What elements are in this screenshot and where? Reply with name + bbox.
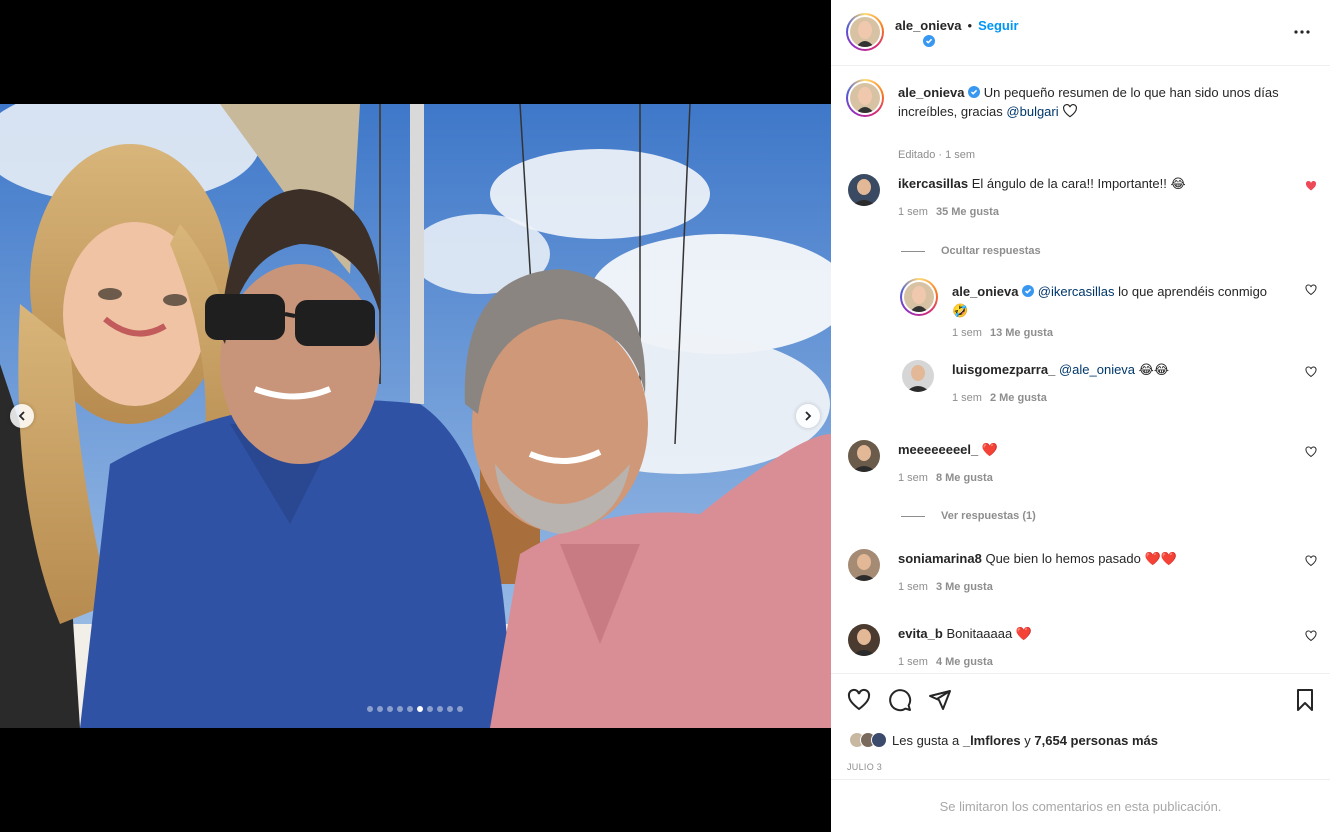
avatar[interactable] (900, 278, 938, 316)
carousel-dot (387, 706, 393, 712)
avatar[interactable] (848, 174, 880, 206)
caption-text: ale_onieva Un pequeño resumen de lo que … (898, 83, 1318, 121)
comment-username[interactable]: soniamarina8 (898, 551, 982, 566)
carousel-next-button[interactable] (796, 404, 820, 428)
comment-likes[interactable]: 3 Me gusta (936, 581, 993, 593)
post-photo (0, 104, 831, 728)
heart-icon[interactable] (1305, 366, 1317, 378)
comment-likes[interactable]: 8 Me gusta (936, 472, 993, 484)
comment-time: 1 sem (952, 327, 982, 339)
comment-username[interactable]: luisgomezparra_ (952, 362, 1055, 377)
comment-text: Bonitaaaaa (946, 626, 1013, 641)
verified-icon (923, 35, 935, 47)
post-media (0, 0, 831, 832)
caption-meta: Editado · 1 sem (898, 149, 976, 161)
carousel-dot (427, 706, 433, 712)
comment-time: 1 sem (898, 656, 928, 668)
post-date: JULIO 3 (847, 762, 883, 772)
post-header: ale_onieva • Seguir (831, 0, 1330, 66)
carousel-indicator (367, 706, 463, 712)
follow-button[interactable]: Seguir (978, 18, 1018, 33)
heart-icon[interactable] (847, 688, 871, 712)
comment-likes[interactable]: 2 Me gusta (990, 392, 1047, 404)
comment-time: 1 sem (952, 392, 982, 404)
comment-emoji: 🤣 (952, 303, 969, 318)
comments-list: ale_onieva Un pequeño resumen de lo que … (831, 67, 1330, 673)
avatar (871, 732, 887, 748)
author-avatar[interactable] (846, 13, 884, 51)
more-icon[interactable] (1292, 22, 1312, 42)
caption-username[interactable]: ale_onieva (898, 85, 965, 100)
header-separator: • (967, 18, 973, 33)
likes-prefix: Les gusta a (892, 732, 960, 748)
likes-summary: Les gusta a _lmflores y 7,654 personas m… (849, 732, 1158, 748)
carousel-prev-button[interactable] (10, 404, 34, 428)
likes-user[interactable]: _lmflores (963, 733, 1021, 748)
verified-icon (1022, 285, 1035, 297)
reply-toggle-label[interactable]: Ver respuestas (1) (941, 510, 1036, 522)
comment-likes[interactable]: 4 Me gusta (936, 656, 993, 668)
avatar[interactable] (848, 440, 880, 472)
avatar[interactable] (902, 360, 934, 392)
verified-icon (968, 86, 981, 98)
comment-username[interactable]: evita_b (898, 626, 943, 641)
heart-icon[interactable] (1305, 630, 1317, 642)
carousel-dot (367, 706, 373, 712)
carousel-dot (457, 706, 463, 712)
heart-icon[interactable] (1305, 555, 1317, 567)
carousel-dot (437, 706, 443, 712)
comment-username[interactable]: meeeeeeeel_ (898, 442, 978, 457)
author-username[interactable]: ale_onieva (895, 18, 962, 33)
comment-username[interactable]: ale_onieva (952, 284, 1019, 299)
comment-icon[interactable] (888, 688, 912, 712)
carousel-dot (447, 706, 453, 712)
caption-mention[interactable]: @bulgari (1006, 104, 1058, 119)
comment-text: Que bien lo hemos pasado (985, 551, 1141, 566)
comment-username[interactable]: ikercasillas (898, 176, 968, 191)
chevron-right-icon (805, 411, 812, 421)
comment-likes[interactable]: 13 Me gusta (990, 327, 1053, 339)
post-sidebar: ale_onieva • Seguir ale_onieva Un pequeñ… (831, 0, 1330, 832)
comment-emoji: ❤️ (1015, 626, 1033, 641)
carousel-dot (397, 706, 403, 712)
carousel-dot (417, 706, 423, 712)
comment-emoji: 😂 (1170, 176, 1186, 191)
comment-time: 1 sem (898, 206, 928, 218)
selfie-image (0, 104, 831, 728)
post-actions: Les gusta a _lmflores y 7,654 personas m… (831, 673, 1330, 778)
comment-emoji: ❤️❤️ (1144, 551, 1177, 566)
comment-mention[interactable]: @ale_onieva (1059, 362, 1135, 377)
caption-avatar[interactable] (846, 79, 884, 117)
carousel-dot (377, 706, 383, 712)
comment-likes[interactable]: 35 Me gusta (936, 206, 999, 218)
comment-meta: 1 sem 35 Me gusta (898, 206, 999, 218)
comment-text: lo que aprendéis conmigo (1118, 284, 1268, 299)
comment-mention[interactable]: @ikercasillas (1038, 284, 1115, 299)
carousel-dot (407, 706, 413, 712)
comment-time: 1 sem (898, 472, 928, 484)
comment-emoji: ❤️ (981, 442, 999, 457)
likes-middle: y (1024, 732, 1031, 748)
avatar[interactable] (848, 549, 880, 581)
comments-limited-notice: Se limitaron los comentarios en esta pub… (831, 779, 1330, 832)
bookmark-icon[interactable] (1293, 688, 1317, 712)
avatar[interactable] (848, 624, 880, 656)
comment-time: 1 sem (898, 581, 928, 593)
likes-count[interactable]: 7,654 personas más (1034, 733, 1158, 748)
heart-icon[interactable] (1305, 446, 1317, 458)
liked-heart-icon[interactable] (1305, 180, 1317, 192)
comment-meta: 1 sem 13 Me gusta (952, 327, 1053, 339)
heart-icon[interactable] (1305, 284, 1317, 296)
reply-toggle-label[interactable]: Ocultar respuestas (941, 245, 1041, 257)
comment-emoji: 😂😂 (1138, 362, 1170, 377)
comment-text: El ángulo de la cara!! Importante!! (971, 176, 1167, 191)
chevron-left-icon (18, 411, 25, 421)
share-icon[interactable] (928, 688, 952, 712)
comment-meta: 1 sem 3 Me gusta (898, 581, 993, 593)
comment-meta: 1 sem 4 Me gusta (898, 656, 993, 668)
liker-avatars (849, 732, 887, 748)
heart-outline-emoji-icon (1063, 104, 1078, 118)
comment-meta: 1 sem 2 Me gusta (952, 392, 1047, 404)
comment-meta: 1 sem 8 Me gusta (898, 472, 993, 484)
